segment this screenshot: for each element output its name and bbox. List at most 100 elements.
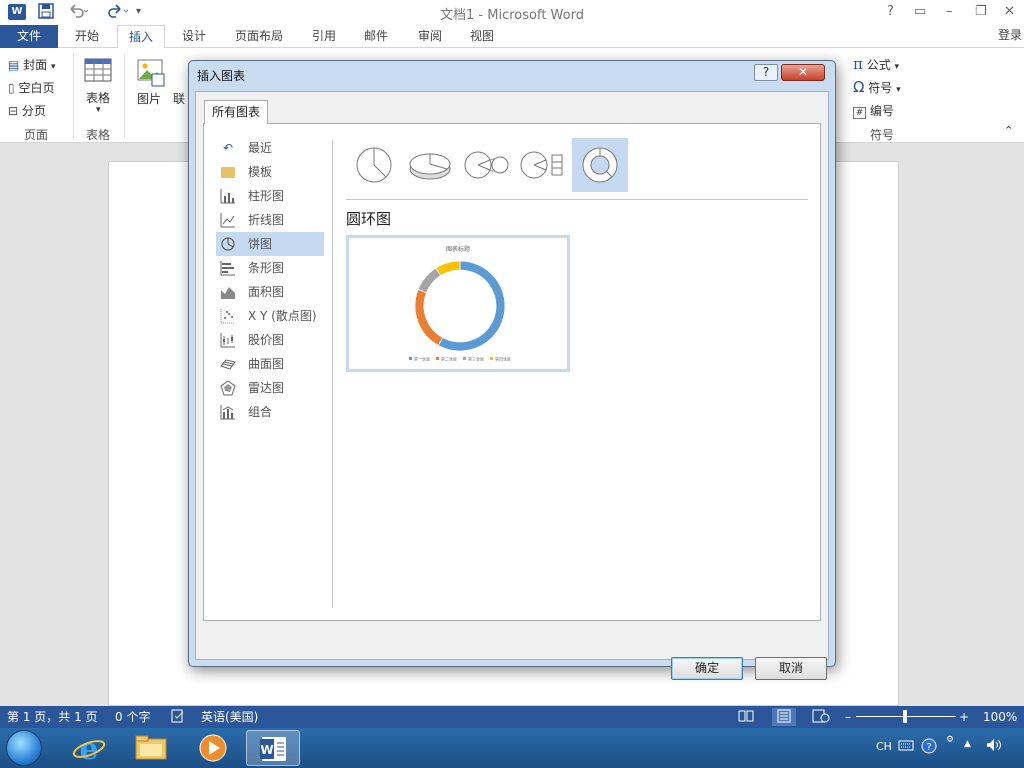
tab-all-charts[interactable]: 所有图表 xyxy=(204,100,268,124)
symbol-button[interactable]: Ω 符号 ▾ xyxy=(853,78,901,96)
media-player-icon[interactable] xyxy=(186,730,240,766)
bar-of-pie-subtype-icon[interactable] xyxy=(516,138,568,192)
insert-chart-dialog: 插入图表 ? ✕ 所有图表 ↶ 最近 模板 柱形图 折线图 饼图 条形图 面积图 … xyxy=(188,60,836,680)
doughnut-preview-chart: 图表标题 第一季度 第二季度 第三季度 第四季度 xyxy=(409,245,511,362)
input-language[interactable]: CH xyxy=(876,740,892,753)
tab-view[interactable]: 视图 xyxy=(460,25,504,48)
dialog-close-button[interactable]: ✕ xyxy=(781,64,825,81)
page-break-button[interactable]: ⊟ 分页 xyxy=(8,102,46,119)
dialog-title: 插入图表 xyxy=(197,69,246,83)
table-dropdown-icon[interactable]: ▾ xyxy=(96,105,101,115)
category-pie[interactable]: 饼图 xyxy=(216,232,324,256)
tab-file[interactable]: 文件 xyxy=(0,25,58,48)
chart-preview[interactable]: 图表标题 第一季度 第二季度 第三季度 第四季度 xyxy=(346,235,570,372)
omega-icon: Ω xyxy=(853,78,865,96)
word-count[interactable]: 0 个字 xyxy=(115,709,150,725)
pie-of-pie-subtype-icon[interactable] xyxy=(460,138,512,192)
tab-mailings[interactable]: 邮件 xyxy=(354,25,398,48)
doughnut-subtype-icon[interactable] xyxy=(572,138,628,192)
web-layout-icon[interactable] xyxy=(812,709,830,727)
dialog-help-button[interactable]: ? xyxy=(754,64,778,81)
tab-references[interactable]: 引用 xyxy=(302,25,346,48)
help-tray-icon[interactable]: ? xyxy=(921,738,937,757)
group-label-tables: 表格 xyxy=(86,128,111,142)
doughnut-slice xyxy=(437,260,506,352)
close-icon[interactable]: ✕ xyxy=(1004,3,1015,21)
number-button[interactable]: # 编号 xyxy=(853,102,894,119)
category-column[interactable]: 柱形图 xyxy=(216,184,324,208)
category-line[interactable]: 折线图 xyxy=(216,208,324,232)
stock-chart-icon xyxy=(220,332,236,348)
3d-pie-subtype-icon[interactable] xyxy=(404,138,456,192)
category-combo[interactable]: 组合 xyxy=(216,400,324,424)
tab-home[interactable]: 开始 xyxy=(64,25,110,48)
login-link[interactable]: 登录 xyxy=(998,26,1022,43)
language-status[interactable]: 英语(美国) xyxy=(201,709,258,725)
tab-design[interactable]: 设计 xyxy=(172,25,216,48)
picture-label[interactable]: 图片 xyxy=(137,90,161,107)
cancel-button[interactable]: 取消 xyxy=(755,657,827,680)
page-break-label: 分页 xyxy=(21,104,46,118)
group-label-pages: 页面 xyxy=(24,128,49,142)
picture-icon[interactable] xyxy=(136,58,166,91)
category-recent[interactable]: ↶ 最近 xyxy=(216,136,324,160)
category-bar[interactable]: 条形图 xyxy=(216,256,324,280)
read-mode-icon[interactable] xyxy=(738,709,754,727)
cover-page-label: 封面 xyxy=(23,58,48,72)
title-bar: W ▾ 文档1 - Microsoft Word ? ▭ – ❐ ✕ xyxy=(0,0,1024,25)
ime-settings-icon[interactable]: ⚙ xyxy=(946,735,954,745)
ribbon-display-icon[interactable]: ▭ xyxy=(914,3,926,21)
help-icon[interactable]: ? xyxy=(887,3,894,21)
category-scatter[interactable]: X Y (散点图) xyxy=(216,304,324,328)
legend-label: 第二季度 xyxy=(441,356,457,362)
restore-icon[interactable]: ❐ xyxy=(975,3,987,21)
ribbon-tabs: 文件 开始 插入 设计 页面布局 引用 邮件 审阅 视图 xyxy=(0,25,1024,49)
category-radar[interactable]: 雷达图 xyxy=(216,376,324,400)
online-picture-label[interactable]: 联 xyxy=(173,90,185,107)
category-area[interactable]: 面积图 xyxy=(216,280,324,304)
tab-review[interactable]: 审阅 xyxy=(406,25,454,48)
group-separator xyxy=(73,54,74,138)
collapse-ribbon-icon[interactable]: ⌃ xyxy=(1004,124,1013,137)
print-layout-icon[interactable] xyxy=(772,708,796,726)
table-button-label[interactable]: 表格 xyxy=(86,89,110,106)
legend-label: 第四季度 xyxy=(495,356,511,362)
legend-swatch xyxy=(409,357,412,360)
internet-explorer-icon[interactable]: e xyxy=(62,730,116,767)
page-count[interactable]: 第 1 页，共 1 页 xyxy=(7,709,98,725)
equation-label: 公式 xyxy=(866,58,891,72)
selected-chart-name: 圆环图 xyxy=(346,210,392,228)
page-break-icon: ⊟ xyxy=(8,104,19,118)
blank-page-button[interactable]: ▯ 空白页 xyxy=(8,79,54,96)
equation-button[interactable]: π 公式 ▾ xyxy=(853,55,899,73)
proofing-icon[interactable] xyxy=(171,709,185,727)
panel-divider xyxy=(332,140,333,608)
legend-swatch xyxy=(490,357,493,360)
category-surface[interactable]: 曲面图 xyxy=(216,352,324,376)
zoom-level[interactable]: 100% xyxy=(983,709,1017,725)
chart-subtype-row xyxy=(348,136,628,194)
doughnut-slice xyxy=(417,267,442,294)
svg-text:?: ? xyxy=(926,742,931,753)
start-button-icon[interactable] xyxy=(6,730,42,766)
category-templates[interactable]: 模板 xyxy=(216,160,324,184)
table-icon[interactable] xyxy=(84,58,114,82)
radar-chart-icon xyxy=(220,380,236,396)
dropdown-icon: ▾ xyxy=(51,62,56,72)
zoom-slider-handle[interactable] xyxy=(903,710,907,723)
word-taskbar-icon[interactable]: W xyxy=(246,730,300,766)
tab-layout[interactable]: 页面布局 xyxy=(224,25,294,48)
zoom-out-button[interactable]: – xyxy=(845,709,851,725)
tab-insert[interactable]: 插入 xyxy=(117,25,165,49)
ok-button[interactable]: 确定 xyxy=(671,657,743,680)
preview-chart-title: 图表标题 xyxy=(446,245,470,253)
volume-icon[interactable] xyxy=(985,737,1003,756)
pie-subtype-icon[interactable] xyxy=(348,138,400,192)
zoom-in-button[interactable]: + xyxy=(959,709,969,725)
category-stock[interactable]: 股价图 xyxy=(216,328,324,352)
keyboard-icon[interactable] xyxy=(898,739,914,754)
minimize-icon[interactable]: – xyxy=(946,3,953,21)
file-explorer-icon[interactable] xyxy=(124,730,178,766)
show-hidden-icons[interactable]: ▲ xyxy=(964,739,971,749)
cover-page-button[interactable]: ▤ 封面 ▾ xyxy=(8,56,56,73)
